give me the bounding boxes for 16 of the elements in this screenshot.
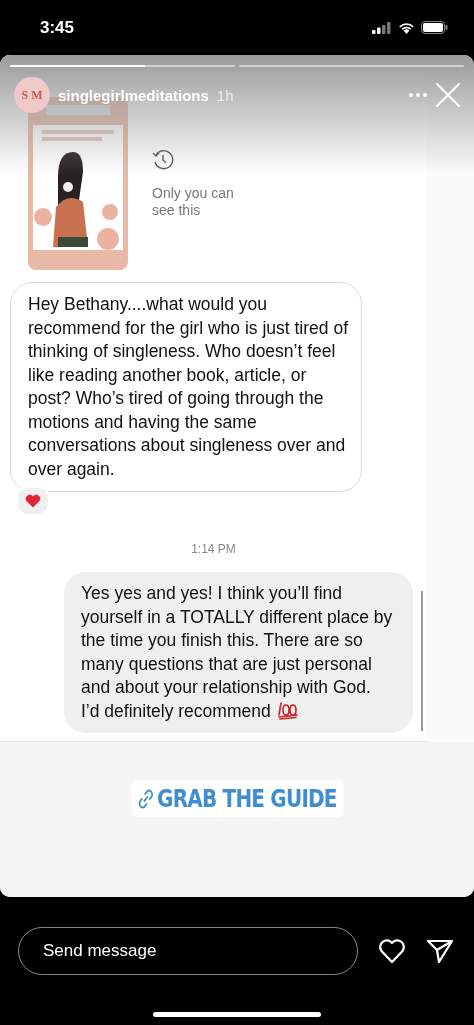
signal-icon <box>372 21 392 34</box>
send-icon[interactable] <box>426 938 454 964</box>
hundred-icon <box>276 699 299 720</box>
heart-icon[interactable] <box>378 938 406 964</box>
link-icon <box>137 788 154 809</box>
message-bubble: Yes yes and yes! I think you’ll find yourself in a TOTALLY different place by the time you finish this. There are so many questions that are just personal and about your relationship with God. I’d definitely recommend <box>64 572 413 733</box>
status-time: 3:45 <box>40 17 75 38</box>
link-sticker[interactable]: GRAB THE GUIDE <box>131 780 343 817</box>
message-bubble: Hey Bethany....what would you recommend for the girl who is just tired of thinking of singleness. Who doesn’t feel like reading another book, article, or post? Who’s tired of going through the motions and having the same conversations about singleness over and over again. <box>10 282 362 492</box>
history-icon <box>152 149 174 172</box>
battery-icon <box>421 21 448 34</box>
visibility-note: Only you can see this <box>152 185 235 218</box>
wifi-icon <box>398 21 415 34</box>
message-time: 1:14 PM <box>190 542 237 556</box>
username[interactable]: singlegirlmeditations <box>58 86 209 104</box>
message-field[interactable]: Send message <box>18 927 358 975</box>
